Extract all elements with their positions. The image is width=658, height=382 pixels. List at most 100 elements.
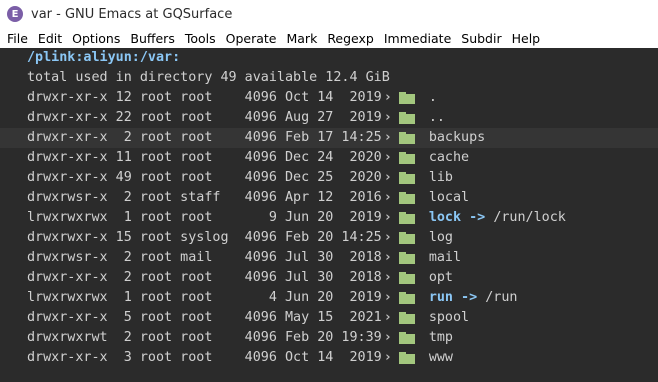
group: root	[172, 210, 229, 225]
owner: root	[131, 210, 173, 225]
permissions: drwxrwsr-x	[27, 190, 108, 205]
file-name[interactable]: log	[429, 228, 453, 248]
chevron-right-icon: ›	[383, 170, 392, 185]
link-count: 2	[107, 190, 132, 205]
folder-icon	[398, 312, 415, 324]
dired-row[interactable]: drwxr-xr-x 3 root root 4096 Oct 14 2019 ›…	[0, 348, 658, 368]
folder-icon	[398, 172, 415, 184]
file-size: 4096	[228, 230, 277, 245]
permissions: drwxr-xr-x	[27, 110, 108, 125]
menu-subdir[interactable]: Subdir	[457, 31, 507, 46]
menu-tools[interactable]: Tools	[181, 31, 222, 46]
folder-icon	[398, 232, 415, 244]
file-size: 4096	[228, 350, 277, 365]
chevron-right-icon: ›	[383, 230, 392, 245]
dired-row[interactable]: drwxr-xr-x 22 root root 4096 Aug 27 2019…	[0, 108, 658, 128]
link-count: 2	[107, 330, 132, 345]
group: syslog	[172, 230, 229, 245]
chevron-right-icon: ›	[383, 130, 392, 145]
modified-date: Jul 30 2018	[276, 250, 382, 265]
link-count: 2	[107, 130, 132, 145]
dired-row[interactable]: drwxrwsr-x 2 root staff 4096 Apr 12 2016…	[0, 188, 658, 208]
owner: root	[131, 110, 173, 125]
folder-icon	[398, 92, 415, 104]
owner: root	[131, 170, 173, 185]
dired-row[interactable]: drwxr-xr-x 2 root root 4096 Jul 30 2018 ›…	[0, 268, 658, 288]
group: staff	[172, 190, 229, 205]
owner: root	[131, 190, 173, 205]
dired-buffer[interactable]: /plink:aliyun:/var: total used in direct…	[0, 48, 658, 382]
file-name[interactable]: cache	[429, 148, 469, 168]
dired-row[interactable]: drwxrwxr-x 15 root syslog 4096 Feb 20 14…	[0, 228, 658, 248]
file-name[interactable]: run	[429, 288, 453, 308]
menu-help[interactable]: Help	[508, 31, 547, 46]
modified-date: Oct 14 2019	[276, 350, 382, 365]
dired-row[interactable]: drwxrwxrwt 2 root root 4096 Feb 20 19:39…	[0, 328, 658, 348]
chevron-right-icon: ›	[383, 190, 392, 205]
link-count: 2	[107, 270, 132, 285]
permissions: drwxr-xr-x	[27, 350, 108, 365]
symlink-target: /run/lock	[493, 210, 566, 225]
permissions: drwxr-xr-x	[27, 150, 108, 165]
dired-row[interactable]: drwxr-xr-x 2 root root 4096 Feb 17 14:25…	[0, 128, 658, 148]
dired-row[interactable]: drwxr-xr-x 49 root root 4096 Dec 25 2020…	[0, 168, 658, 188]
menu-edit[interactable]: Edit	[34, 31, 68, 46]
chevron-right-icon: ›	[383, 330, 392, 345]
file-size: 4096	[228, 190, 277, 205]
file-name[interactable]: mail	[429, 248, 461, 268]
modified-date: Oct 14 2019	[276, 90, 382, 105]
menu-buffers[interactable]: Buffers	[126, 31, 180, 46]
chevron-right-icon: ›	[383, 310, 392, 325]
file-name[interactable]: spool	[429, 308, 469, 328]
dired-row[interactable]: lrwxrwxrwx 1 root root 9 Jun 20 2019 › loc…	[0, 208, 658, 228]
owner: root	[131, 250, 173, 265]
link-count: 1	[107, 290, 132, 305]
dired-row[interactable]: drwxr-xr-x 5 root root 4096 May 15 2021 ›…	[0, 308, 658, 328]
menu-regexp[interactable]: Regexp	[323, 31, 380, 46]
menu-immediate[interactable]: Immediate	[380, 31, 457, 46]
link-count: 2	[107, 250, 132, 265]
file-size: 4096	[228, 90, 277, 105]
file-size: 4	[228, 290, 277, 305]
permissions: drwxr-xr-x	[27, 310, 108, 325]
file-name[interactable]: local	[429, 188, 469, 208]
chevron-right-icon: ›	[383, 350, 392, 365]
dired-row[interactable]: lrwxrwxrwx 1 root root 4 Jun 20 2019 › run…	[0, 288, 658, 308]
file-name[interactable]: tmp	[429, 328, 453, 348]
modified-date: Apr 12 2016	[276, 190, 382, 205]
file-name[interactable]: www	[429, 348, 453, 368]
file-name[interactable]: backups	[429, 128, 485, 148]
folder-icon	[398, 152, 415, 164]
owner: root	[131, 90, 173, 105]
file-size: 9	[228, 210, 277, 225]
file-name[interactable]: .	[429, 88, 437, 108]
folder-icon	[398, 252, 415, 264]
folder-icon	[398, 292, 415, 304]
modified-date: Jun 20 2019	[276, 210, 382, 225]
title-bar: E var - GNU Emacs at GQSurface	[0, 0, 658, 28]
permissions: lrwxrwxrwx	[27, 290, 108, 305]
link-count: 49	[107, 170, 132, 185]
menu-mark[interactable]: Mark	[282, 31, 323, 46]
modified-date: May 15 2021	[276, 310, 382, 325]
menu-file[interactable]: File	[3, 31, 34, 46]
file-name[interactable]: ..	[429, 108, 445, 128]
owner: root	[131, 130, 173, 145]
group: root	[172, 310, 229, 325]
permissions: lrwxrwxrwx	[27, 210, 108, 225]
menu-options[interactable]: Options	[68, 31, 126, 46]
file-name[interactable]: lib	[429, 168, 453, 188]
menu-operate[interactable]: Operate	[222, 31, 283, 46]
modified-date: Feb 20 14:25	[276, 230, 382, 245]
group: root	[172, 170, 229, 185]
link-count: 3	[107, 350, 132, 365]
link-count: 15	[107, 230, 132, 245]
file-size: 4096	[228, 110, 277, 125]
file-name[interactable]: lock	[429, 208, 461, 228]
dired-row[interactable]: drwxr-xr-x 12 root root 4096 Oct 14 2019…	[0, 88, 658, 108]
directory-summary: total used in directory 49 available 12.…	[27, 70, 390, 85]
file-name[interactable]: opt	[429, 268, 453, 288]
dired-row[interactable]: drwxrwsr-x 2 root mail 4096 Jul 30 2018 ›…	[0, 248, 658, 268]
dired-row[interactable]: drwxr-xr-x 11 root root 4096 Dec 24 2020…	[0, 148, 658, 168]
file-size: 4096	[228, 130, 277, 145]
